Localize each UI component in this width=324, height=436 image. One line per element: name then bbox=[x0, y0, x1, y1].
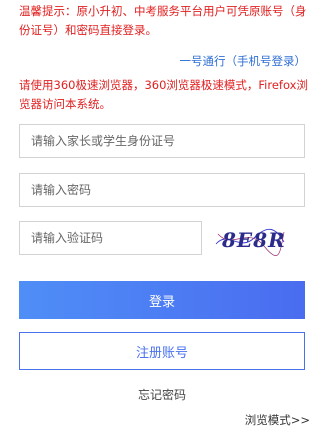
password-input[interactable] bbox=[20, 174, 304, 206]
captcha-code: 8E8R bbox=[221, 228, 286, 252]
login-page: 温馨提示：原小升初、中考服务平台用户可凭原账号（身份证号）和密码直接登录。 一号… bbox=[0, 0, 324, 436]
captcha-image[interactable]: 8E8R bbox=[214, 222, 286, 256]
phone-login-link[interactable]: 一号通行（手机号登录） bbox=[180, 53, 307, 69]
id-number-field bbox=[19, 124, 305, 158]
browse-mode-link[interactable]: 浏览模式>> bbox=[245, 412, 310, 428]
captcha-input[interactable] bbox=[20, 222, 201, 254]
notice-text: 温馨提示：原小升初、中考服务平台用户可凭原账号（身份证号）和密码直接登录。 bbox=[19, 4, 307, 37]
login-button[interactable]: 登录 bbox=[19, 281, 305, 319]
register-button[interactable]: 注册账号 bbox=[19, 332, 305, 370]
id-number-input[interactable] bbox=[20, 125, 304, 157]
forgot-password-link[interactable]: 忘记密码 bbox=[0, 386, 324, 403]
captcha-field bbox=[19, 221, 202, 255]
browser-tip-text: 请使用360极速浏览器，360浏览器极速模式，Firefox浏览器访问本系统。 bbox=[19, 78, 308, 111]
password-field bbox=[19, 173, 305, 207]
